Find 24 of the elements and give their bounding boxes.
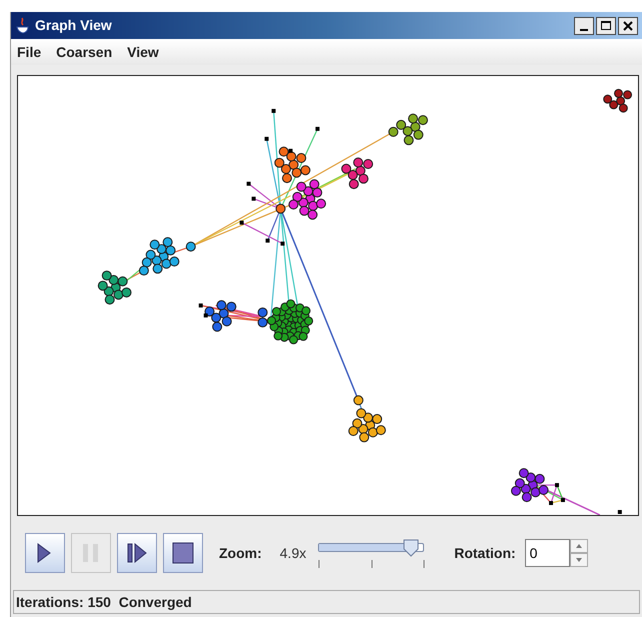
menu-item[interactable]: Coarsen (56, 42, 112, 62)
menu-item[interactable]: File (17, 42, 42, 62)
close-button[interactable] (618, 16, 638, 34)
slider-thumb[interactable] (403, 538, 420, 556)
cup-icon (15, 16, 31, 34)
maximize-button[interactable] (596, 16, 616, 34)
close-icon (623, 20, 633, 30)
stop-button[interactable] (163, 533, 203, 573)
minimize-button[interactable] (574, 16, 594, 34)
status-bar: Iterations: 150 Converged (13, 590, 640, 614)
play-button[interactable] (25, 533, 65, 573)
zoom-label: Zoom: (219, 544, 262, 562)
down-arrow-icon (576, 558, 582, 562)
step-button[interactable] (117, 533, 157, 573)
window-title: Graph View (35, 16, 112, 35)
rotation-field[interactable]: 0 (524, 539, 570, 567)
spin-down-button[interactable] (570, 553, 588, 567)
rotation-label: Rotation: (454, 544, 516, 562)
zoom-reading: 4.9x (280, 544, 306, 562)
up-arrow-icon (576, 544, 582, 548)
spin-up-button[interactable] (570, 539, 588, 553)
stop-icon (172, 542, 194, 564)
menu-item[interactable]: View (127, 42, 159, 62)
step-icon (126, 542, 148, 564)
